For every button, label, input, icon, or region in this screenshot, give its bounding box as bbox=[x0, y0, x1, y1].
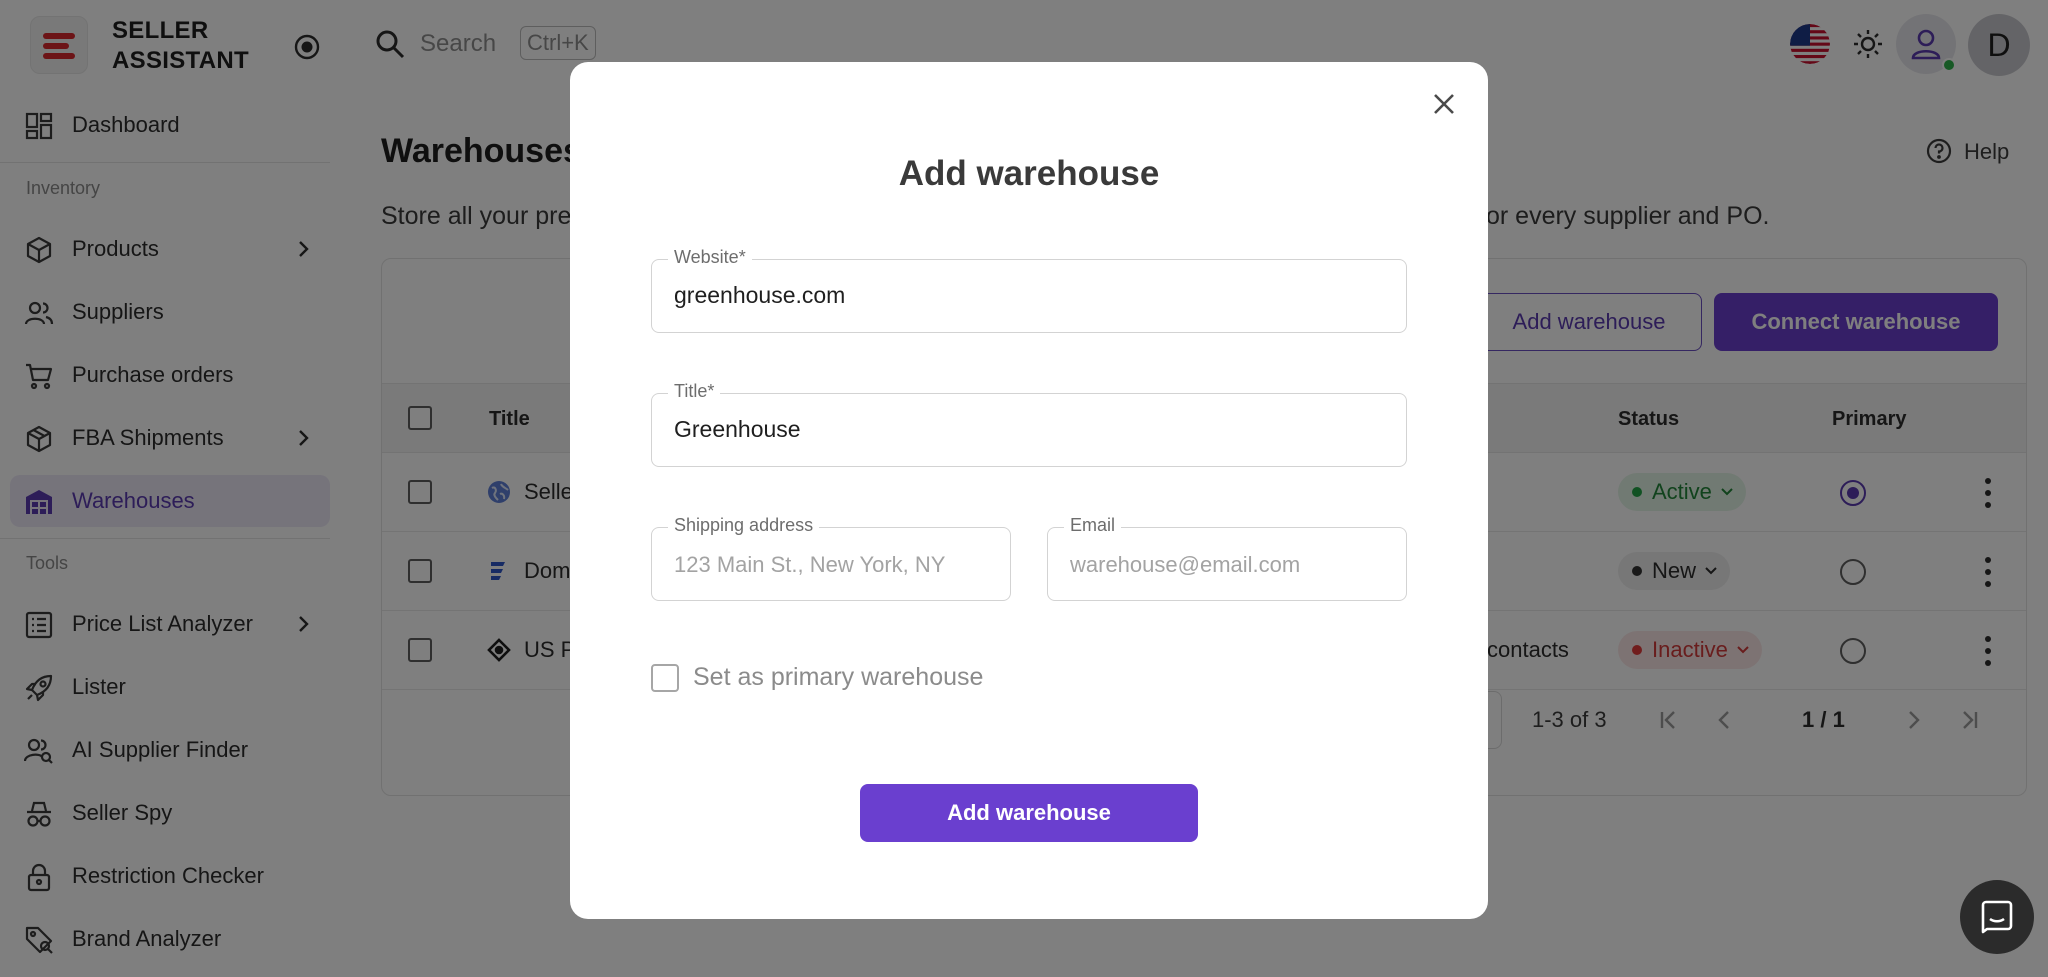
email-input[interactable]: warehouse@email.com bbox=[1070, 552, 1300, 578]
website-label: Website* bbox=[668, 247, 752, 268]
title-label: Title* bbox=[668, 381, 721, 402]
email-field[interactable]: Email warehouse@email.com bbox=[1047, 515, 1407, 601]
submit-add-warehouse-button[interactable]: Add warehouse bbox=[860, 784, 1198, 842]
support-chat-button[interactable] bbox=[1960, 880, 2034, 954]
chat-icon bbox=[1981, 900, 2013, 934]
add-warehouse-dialog: Add warehouse Website* greenhouse.com Ti… bbox=[570, 62, 1488, 919]
primary-warehouse-checkbox[interactable] bbox=[651, 664, 679, 692]
dialog-title: Add warehouse bbox=[898, 154, 1160, 193]
close-icon[interactable] bbox=[1428, 88, 1460, 120]
website-field[interactable]: Website* greenhouse.com bbox=[651, 247, 1407, 333]
title-input[interactable]: Greenhouse bbox=[674, 416, 801, 443]
website-input[interactable]: greenhouse.com bbox=[674, 282, 845, 309]
title-field[interactable]: Title* Greenhouse bbox=[651, 381, 1407, 467]
email-label: Email bbox=[1064, 515, 1122, 536]
shipping-address-field[interactable]: Shipping address 123 Main St., New York,… bbox=[651, 515, 1011, 601]
shipping-address-input[interactable]: 123 Main St., New York, NY bbox=[674, 552, 945, 578]
primary-warehouse-label[interactable]: Set as primary warehouse bbox=[693, 663, 983, 692]
shipping-address-label: Shipping address bbox=[668, 515, 820, 536]
